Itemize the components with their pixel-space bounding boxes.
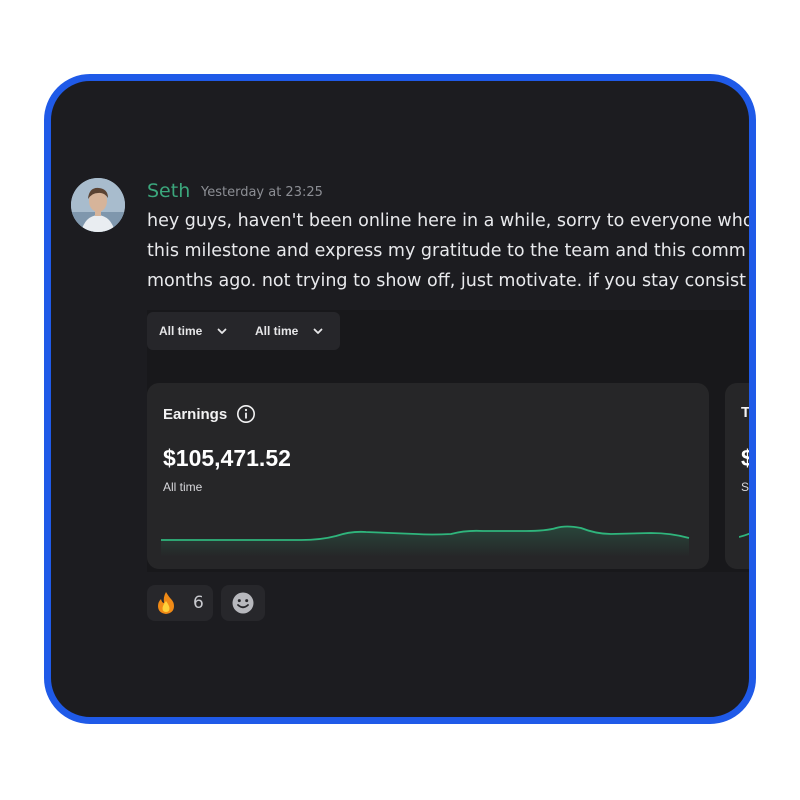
time-range-filter[interactable]: All time [159,312,228,350]
info-icon[interactable] [236,404,256,424]
message-text-line: this milestone and express my gratitude … [147,241,746,261]
earnings-sparkline [161,525,690,557]
user-avatar[interactable] [71,178,125,232]
earnings-card-title-label: Earnings [163,405,228,423]
earnings-sparkline-area [161,526,689,557]
earnings-card: Earnings $105,471.52 All time [147,383,709,569]
add-reaction-icon [232,592,254,614]
add-reaction-button[interactable] [221,585,265,621]
message-author[interactable]: Seth [147,180,190,202]
comparison-range-filter-label: All time [255,324,299,338]
earnings-card-title: Earnings [163,404,256,424]
dashboard-screenshot-embed[interactable]: All time All time Earnings $105,471.52 A… [147,310,756,572]
message-text-line: hey guys, haven't been online here in a … [147,211,754,231]
second-card-amount: $ [741,445,754,471]
fire-emoji-icon [158,592,174,614]
time-range-filter-label: All time [159,324,203,338]
second-metric-card: Th $ Se [725,383,756,569]
message-text-line: months ago. not trying to show off, just… [147,271,747,291]
second-card-title: Th [741,404,751,421]
fire-reaction-count: 6 [193,593,204,613]
chevron-down-icon [217,328,227,334]
comparison-range-filter[interactable]: All time [255,312,324,350]
earnings-period: All time [163,480,203,494]
message-timestamp: Yesterday at 23:25 [201,185,323,200]
second-card-period: Se [741,480,756,494]
screenshot-frame: Seth Yesterday at 23:25 hey guys, haven'… [44,74,756,724]
chevron-down-icon [313,328,323,334]
earnings-amount: $105,471.52 [163,445,291,471]
filter-bar: All time All time [147,312,340,350]
second-card-sparkline [739,532,749,538]
fire-reaction-button[interactable]: 6 [147,585,213,621]
